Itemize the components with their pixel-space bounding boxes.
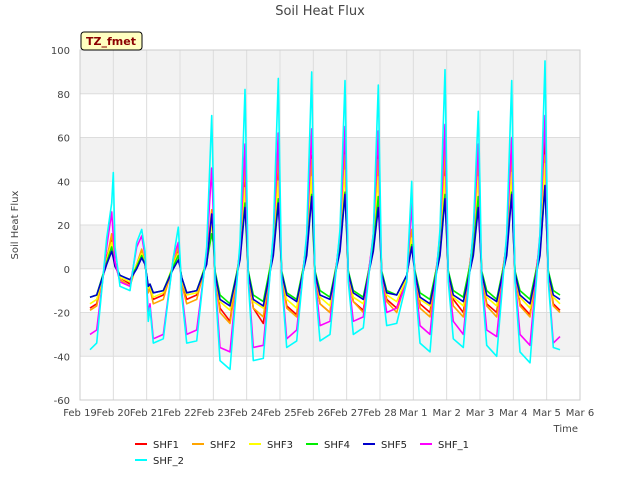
x-tick-label: Mar 1: [399, 408, 427, 419]
y-tick-label: -60: [54, 396, 70, 407]
legend-label: SHF5: [381, 440, 407, 451]
plot-band: [80, 50, 580, 94]
x-tick-label: Mar 3: [466, 408, 494, 419]
legend-item: SHF_2: [135, 456, 184, 467]
legend-label: SHF3: [267, 440, 293, 451]
y-tick-label: -40: [54, 352, 70, 363]
site-label: TZ_fmet: [86, 35, 136, 48]
x-tick-label: Feb 28: [363, 408, 397, 419]
legend-item: SHF2: [192, 440, 236, 451]
y-tick-label: 20: [57, 221, 70, 232]
legend-label: SHF4: [324, 440, 350, 451]
x-tick-label: Feb 21: [130, 408, 164, 419]
legend-item: SHF_1: [420, 440, 469, 451]
y-tick-label: 0: [64, 265, 70, 276]
y-tick-label: 80: [57, 90, 70, 101]
legend-item: SHF5: [363, 440, 407, 451]
x-tick-label: Mar 5: [532, 408, 560, 419]
y-axis-label: Soil Heat Flux: [10, 190, 21, 259]
site-label-box: TZ_fmet: [80, 31, 143, 51]
chart-title: Soil Heat Flux: [275, 4, 365, 19]
y-tick-label: -20: [54, 309, 70, 320]
legend-label: SHF_1: [438, 440, 469, 451]
legend-label: SHF2: [210, 440, 236, 451]
legend-label: SHF1: [153, 440, 179, 451]
y-tick-label: 100: [51, 46, 70, 57]
x-tick-label: Mar 6: [566, 408, 594, 419]
x-tick-label: Feb 22: [163, 408, 197, 419]
legend: SHF1 SHF2 SHF3 SHF4 SHF5 SHF_1 SHF_2: [135, 440, 469, 467]
legend-label: SHF_2: [153, 456, 184, 467]
y-tick-label: 40: [57, 177, 70, 188]
x-tick-label: Feb 27: [330, 408, 364, 419]
soil-heat-flux-chart: Soil Heat Flux -60 -40 -20 0 20 40 60 80 100 Feb …: [10, 4, 594, 467]
x-tick-label: Mar 2: [432, 408, 460, 419]
x-tick-label: Feb 26: [297, 408, 331, 419]
x-tick-label: Feb 19: [63, 408, 97, 419]
x-tick-label: Feb 25: [263, 408, 297, 419]
x-tick-label: Feb 24: [230, 408, 264, 419]
x-tick-label: Mar 4: [499, 408, 527, 419]
y-tick-label: 60: [57, 134, 70, 145]
plot-band: [80, 137, 580, 182]
x-axis-label: Time: [553, 424, 578, 435]
x-tick-label: Feb 23: [197, 408, 231, 419]
legend-item: SHF1: [135, 440, 179, 451]
legend-item: SHF3: [249, 440, 293, 451]
x-tick-label: Feb 20: [97, 408, 131, 419]
legend-item: SHF4: [306, 440, 350, 451]
